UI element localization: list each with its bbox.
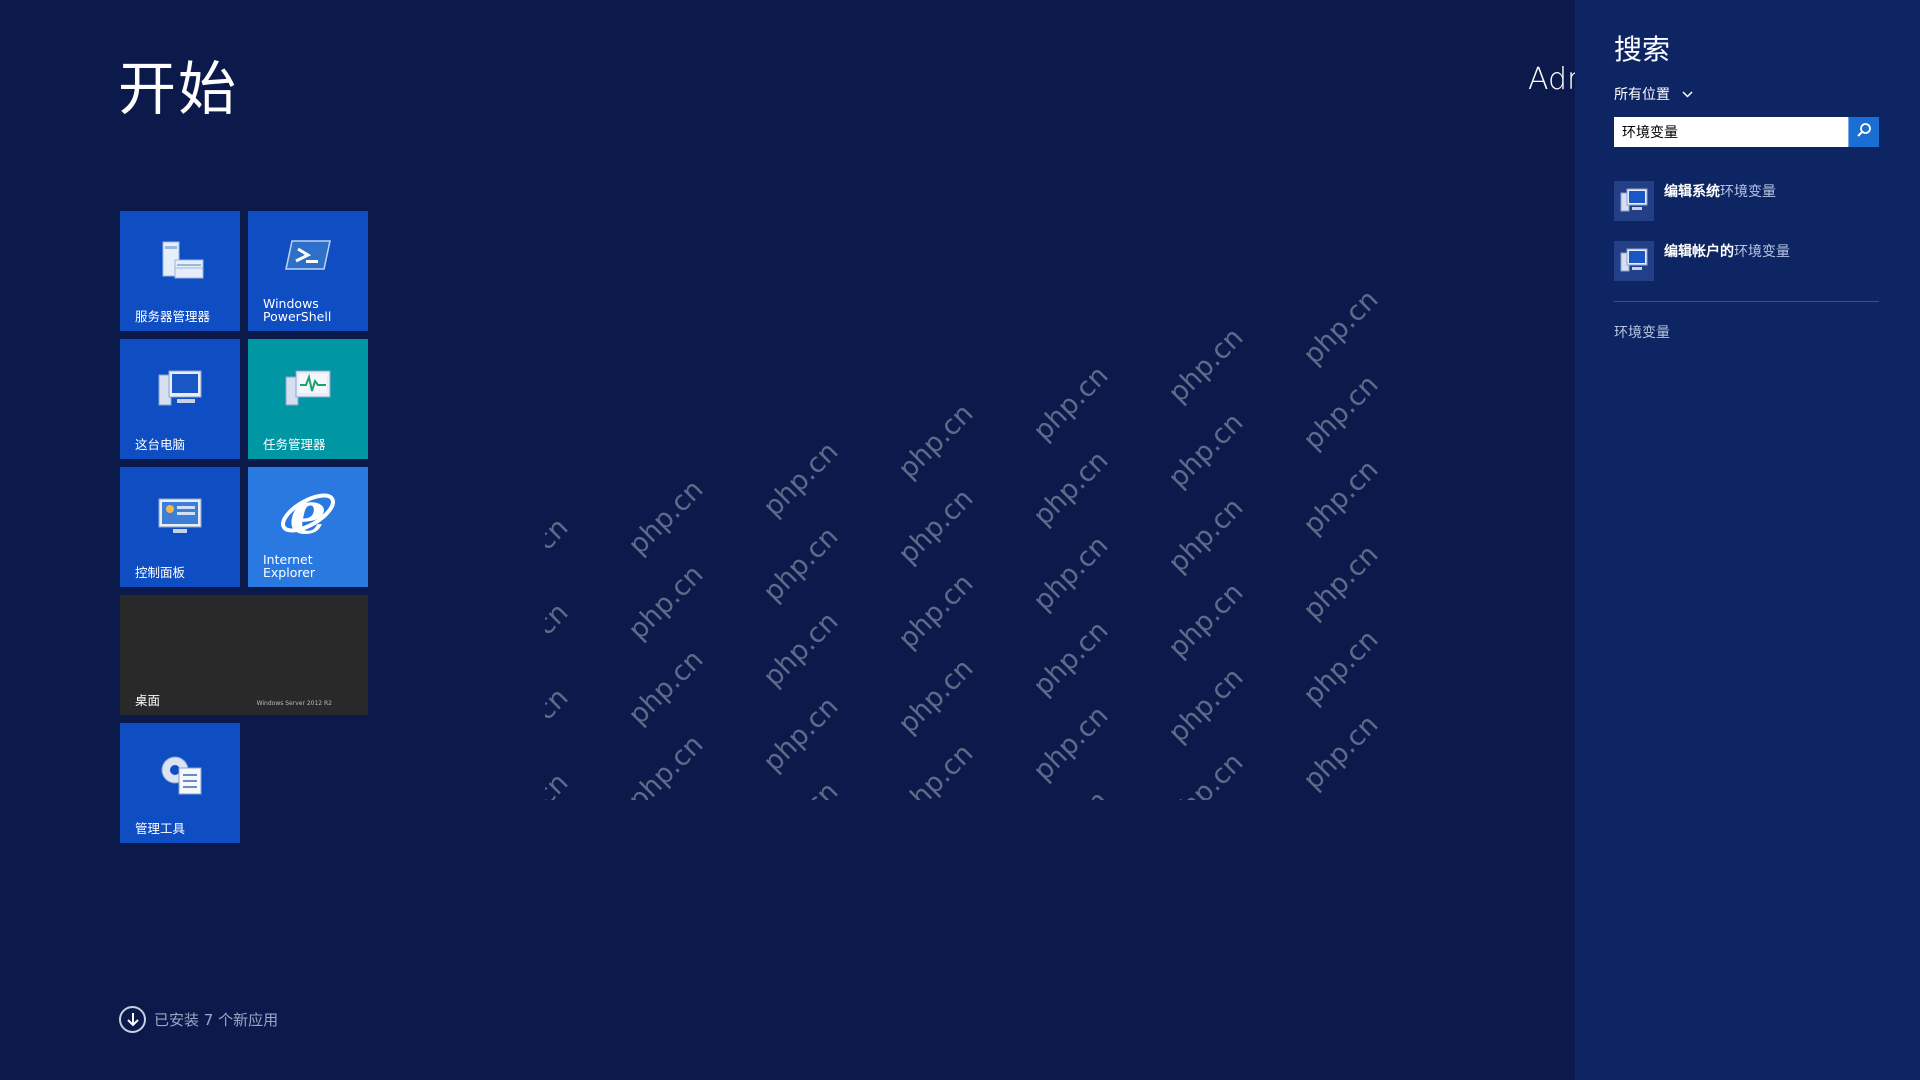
search-title: 搜索 — [1614, 33, 1671, 66]
watermark-text: php.cn — [892, 738, 980, 800]
watermark-text: php.cn — [1297, 454, 1385, 541]
watermark-text: php.cn — [622, 474, 710, 561]
watermark-text: php.cn — [1162, 492, 1250, 579]
down-arrow-icon — [119, 1006, 146, 1033]
watermark-text: php.cn — [1162, 322, 1250, 409]
watermark-text: php.cn — [622, 729, 710, 800]
system-settings-icon — [1614, 181, 1654, 221]
search-result-text: 编辑帐户的环境变量 — [1664, 241, 1790, 261]
search-result-match: 环境变量 — [1734, 244, 1790, 260]
search-pane: 搜索 所有位置 编辑系统环境变量 — [1575, 0, 1920, 1080]
watermark-text: php.cn — [892, 483, 980, 570]
tile-label: 桌面 — [135, 693, 161, 708]
tile-label: 管理工具 — [135, 821, 186, 836]
watermark-text: php.cn — [892, 568, 980, 655]
divider — [1614, 301, 1879, 302]
tile-task-manager[interactable]: 任务管理器 — [248, 339, 368, 459]
control-panel-icon — [155, 495, 205, 545]
search-suggestion[interactable]: 环境变量 — [1614, 322, 1670, 342]
watermark-text: php.cn — [545, 767, 574, 800]
watermark-text: php.cn — [1162, 577, 1250, 664]
watermark-text: php.cn — [545, 597, 575, 684]
tile-label: 控制面板 — [135, 565, 186, 580]
svg-text:e: e — [290, 483, 327, 543]
server-manager-icon — [155, 238, 205, 290]
watermark-text: php.cn — [622, 644, 710, 731]
search-result-item[interactable]: 编辑系统环境变量 — [1614, 181, 1776, 221]
watermark-text: php.cn — [545, 682, 575, 769]
search-scope-dropdown[interactable]: 所有位置 — [1614, 84, 1693, 104]
watermark-text: php.cn — [1027, 615, 1115, 702]
tile-control-panel[interactable]: 控制面板 — [120, 467, 240, 587]
start-screen: 开始 Administrator 服务器管理器 Windows PowerShe… — [0, 0, 1575, 1080]
watermark-text: php.cn — [545, 512, 575, 599]
tile-label: 服务器管理器 — [135, 309, 211, 324]
tile-label: 任务管理器 — [263, 437, 326, 452]
computer-icon — [155, 367, 205, 417]
watermark-text: php.cn — [1297, 624, 1385, 711]
system-settings-icon — [1614, 241, 1654, 281]
installed-apps-link[interactable]: 已安装 7 个新应用 — [119, 1006, 278, 1033]
internet-explorer-icon: e — [278, 479, 338, 547]
watermark-text: php.cn — [1297, 709, 1385, 796]
search-result-prefix: 编辑系统 — [1664, 184, 1720, 200]
search-result-item[interactable]: 编辑帐户的环境变量 — [1614, 241, 1790, 281]
watermark-text: php.cn — [1027, 360, 1115, 447]
search-result-prefix: 编辑帐户的 — [1664, 244, 1734, 260]
watermark-text: php.cn — [1297, 284, 1385, 371]
user-name[interactable]: Administrator — [1528, 62, 1575, 97]
watermark: php.cn php.cn php.cn php.cn php.cn php.cn php.… — [545, 280, 1385, 800]
search-button[interactable] — [1848, 117, 1879, 147]
search-result-match: 环境变量 — [1720, 184, 1776, 200]
chevron-down-icon — [1682, 88, 1693, 101]
watermark-text: php.cn — [1162, 407, 1250, 494]
tile-label: Windows PowerShell — [263, 296, 332, 324]
watermark-text: php.cn — [622, 559, 710, 646]
tile-server-manager[interactable]: 服务器管理器 — [120, 211, 240, 331]
tile-powershell[interactable]: Windows PowerShell — [248, 211, 368, 331]
watermark-text: php.cn — [1297, 369, 1385, 456]
desktop-brand: Windows Server 2012 R2 — [256, 700, 332, 707]
watermark-text: php.cn — [1298, 794, 1385, 800]
admin-tools-icon — [155, 750, 205, 802]
installed-apps-text: 已安装 7 个新应用 — [154, 1011, 279, 1029]
watermark-text: php.cn — [1297, 539, 1385, 626]
task-manager-icon — [282, 367, 334, 417]
watermark-text: php.cn — [1028, 785, 1115, 800]
watermark-text: php.cn — [757, 521, 845, 608]
watermark-text: php.cn — [1027, 445, 1115, 532]
search-icon — [1856, 122, 1872, 142]
tile-internet-explorer[interactable]: e Internet Explorer — [248, 467, 368, 587]
watermark-text: php.cn — [892, 398, 980, 485]
search-scope-label: 所有位置 — [1614, 87, 1670, 103]
powershell-icon — [284, 237, 332, 277]
watermark-text: php.cn — [1027, 530, 1115, 617]
tile-admin-tools[interactable]: 管理工具 — [120, 723, 240, 843]
watermark-text: php.cn — [1027, 700, 1115, 787]
tile-desktop[interactable]: 桌面 Windows Server 2012 R2 — [120, 595, 368, 715]
start-title: 开始 — [118, 55, 239, 123]
tile-label: 这台电脑 — [135, 437, 186, 452]
watermark-text: php.cn — [757, 606, 845, 693]
watermark-text: php.cn — [757, 436, 845, 523]
search-input[interactable] — [1614, 117, 1848, 147]
tile-label: Internet Explorer — [263, 552, 316, 580]
watermark-text: php.cn — [1162, 662, 1250, 749]
tile-this-pc[interactable]: 这台电脑 — [120, 339, 240, 459]
search-result-text: 编辑系统环境变量 — [1664, 181, 1776, 201]
watermark-text: php.cn — [1162, 747, 1250, 800]
watermark-text: php.cn — [758, 776, 845, 800]
search-box — [1614, 117, 1879, 147]
watermark-text: php.cn — [757, 691, 845, 778]
watermark-text: php.cn — [892, 653, 980, 740]
